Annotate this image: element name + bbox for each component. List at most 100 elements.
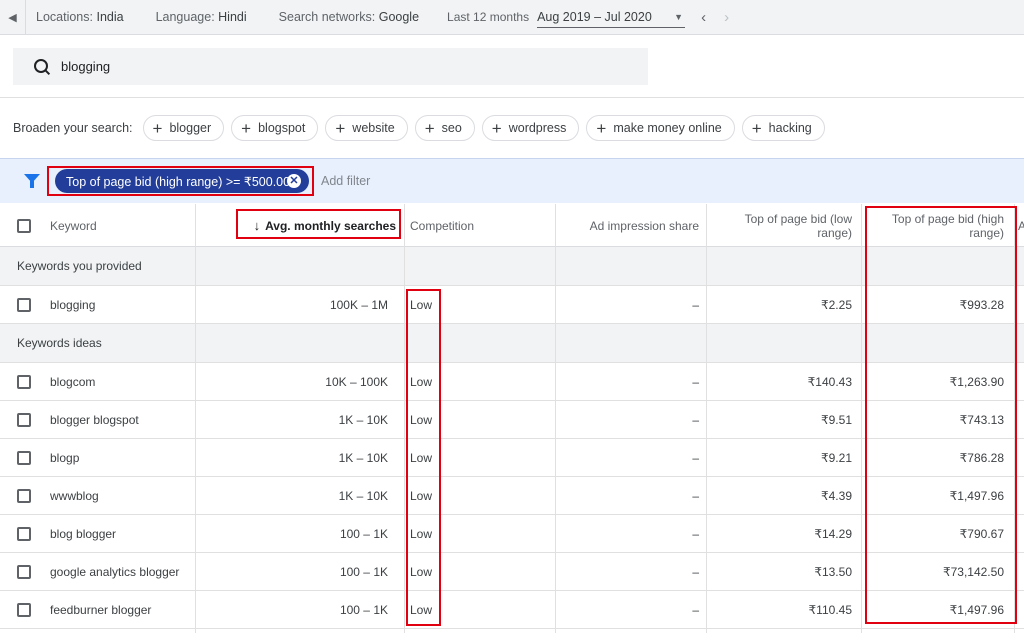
broaden-search-row: Broaden your search: + blogger + blogspot … — [13, 114, 832, 142]
column-divider — [861, 204, 862, 633]
impression-cell: – — [692, 603, 699, 617]
networks-value: Google — [378, 10, 420, 24]
col-ad-impression-share[interactable]: Ad impression share — [556, 204, 699, 247]
volume-cell: 1K – 10K — [338, 451, 388, 465]
plus-icon: + — [751, 118, 762, 138]
highlight-avg-searches-header — [236, 209, 401, 239]
dropdown-caret-icon: ▼ — [674, 11, 684, 22]
highlight-competition-column — [406, 289, 441, 626]
row-checkbox[interactable] — [17, 413, 31, 427]
bid-low-cell: ₹14.29 — [814, 527, 852, 541]
keyword-cell: blogger blogspot — [50, 413, 139, 427]
keyword-cell: blogp — [50, 451, 80, 465]
search-input[interactable] — [61, 59, 461, 74]
impression-cell: – — [692, 451, 699, 465]
chip-label: blogspot — [258, 121, 306, 135]
language-value: Hindi — [218, 10, 247, 24]
row-checkbox-cell — [17, 363, 31, 401]
column-divider — [706, 204, 707, 633]
impression-cell: – — [692, 489, 699, 503]
volume-cell: 100K – 1M — [329, 298, 388, 312]
row-checkbox-cell — [17, 439, 31, 477]
keyword-search-box[interactable] — [13, 48, 648, 85]
chip-label: blogger — [169, 121, 212, 135]
impression-cell: – — [692, 413, 699, 427]
keyword-cell: blog blogger — [50, 527, 117, 541]
bid-low-cell: ₹9.51 — [821, 413, 852, 427]
broaden-chip-blogspot[interactable]: + blogspot — [231, 115, 319, 141]
broaden-chip-blogger[interactable]: + blogger — [142, 115, 225, 141]
select-all-checkbox[interactable] — [17, 218, 31, 233]
language-label: Language: — [155, 10, 215, 24]
collapse-arrow-icon[interactable]: ◀ — [0, 0, 26, 35]
row-checkbox[interactable] — [17, 527, 31, 541]
chip-label: website — [352, 121, 395, 135]
column-divider — [555, 204, 556, 633]
row-checkbox[interactable] — [17, 451, 31, 465]
keyword-cell: feedburner blogger — [50, 603, 152, 617]
chip-label: make money online — [613, 121, 722, 135]
bid-low-cell: ₹2.25 — [821, 298, 852, 312]
plus-icon: + — [152, 118, 163, 138]
column-divider — [195, 204, 196, 633]
row-checkbox[interactable] — [17, 603, 31, 617]
row-checkbox-cell — [17, 553, 31, 591]
row-checkbox[interactable] — [17, 375, 31, 389]
add-filter-button[interactable]: Add filter — [321, 174, 370, 188]
keyword-cell: blogcom — [50, 375, 96, 389]
previous-period-icon[interactable]: ‹ — [701, 9, 706, 26]
broaden-chip-make-money-online[interactable]: + make money online — [586, 115, 735, 141]
bid-low-cell: ₹110.45 — [808, 603, 852, 617]
highlight-bid-high-column — [865, 206, 1017, 624]
top-settings-bar: ◀ Locations: India Language: Hindi Searc… — [0, 0, 1024, 35]
broaden-chip-seo[interactable]: + seo — [414, 115, 475, 141]
row-checkbox[interactable] — [17, 489, 31, 503]
filter-funnel-icon-stem — [30, 181, 34, 188]
locations-label: Locations: — [36, 10, 93, 24]
impression-cell: – — [692, 527, 699, 541]
plus-icon: + — [241, 118, 252, 138]
plus-icon: + — [491, 118, 502, 138]
highlight-filter-chip — [47, 166, 314, 196]
col-more-edge: A — [1018, 218, 1024, 233]
broaden-chip-website[interactable]: + website — [325, 115, 408, 141]
impression-cell: – — [692, 565, 699, 579]
broaden-chip-hacking[interactable]: + hacking — [741, 115, 825, 141]
volume-cell: 100 – 1K — [339, 565, 388, 579]
language-setting[interactable]: Language: Hindi — [156, 10, 247, 24]
col-keyword[interactable]: Keyword — [50, 204, 97, 247]
row-checkbox-cell — [17, 477, 31, 515]
chip-label: hacking — [768, 121, 812, 135]
locations-setting[interactable]: Locations: India — [36, 10, 124, 24]
volume-cell: 1K – 10K — [338, 489, 388, 503]
networks-label: Search networks: — [278, 10, 376, 24]
plus-icon: + — [335, 118, 346, 138]
plus-icon: + — [596, 118, 607, 138]
impression-cell: – — [692, 375, 699, 389]
bid-low-cell: ₹4.39 — [821, 489, 852, 503]
date-range-select[interactable]: Aug 2019 – Jul 2020 ▼ — [537, 6, 686, 28]
column-divider — [404, 204, 405, 633]
impression-cell: – — [692, 298, 699, 312]
row-checkbox-cell — [17, 591, 31, 629]
row-checkbox[interactable] — [17, 298, 31, 312]
bid-low-cell: ₹140.43 — [807, 375, 852, 389]
next-period-icon[interactable]: › — [724, 9, 729, 26]
bid-low-cell: ₹13.50 — [814, 565, 852, 579]
volume-cell: 10K – 100K — [325, 375, 388, 389]
row-checkbox[interactable] — [17, 565, 31, 579]
col-bid-low[interactable]: Top of page bid (low range) — [720, 204, 852, 247]
bid-low-cell: ₹9.21 — [821, 451, 852, 465]
period-label: Last 12 months — [447, 10, 530, 24]
plus-icon: + — [424, 118, 435, 138]
broaden-chip-wordpress[interactable]: + wordpress — [481, 115, 580, 141]
col-competition[interactable]: Competition — [410, 204, 474, 247]
keyword-cell: blogging — [50, 298, 96, 312]
volume-cell: 100 – 1K — [339, 603, 388, 617]
search-icon — [33, 58, 51, 76]
chip-label: seo — [441, 121, 462, 135]
networks-setting[interactable]: Search networks: Google — [279, 10, 419, 24]
chip-label: wordpress — [508, 121, 567, 135]
volume-cell: 100 – 1K — [339, 527, 388, 541]
date-range-value: Aug 2019 – Jul 2020 — [537, 9, 652, 24]
